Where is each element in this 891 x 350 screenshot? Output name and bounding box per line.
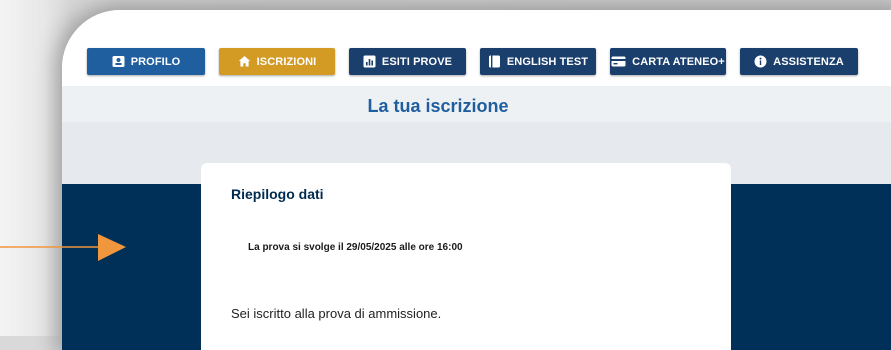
nav-label-iscrizioni: ISCRIZIONI: [256, 55, 317, 68]
nav-button-assistenza[interactable]: ASSISTENZA: [740, 48, 858, 75]
nav-label-english-test: ENGLISH TEST: [506, 55, 589, 68]
nav-button-iscrizioni[interactable]: ISCRIZIONI: [219, 48, 335, 75]
credit-card-icon: [611, 55, 626, 68]
browser-frame: PROFILO ISCRIZIONI ESITI PROVE ENGLISH T…: [62, 10, 891, 350]
nav-label-profilo: PROFILO: [130, 55, 181, 68]
info-icon: [754, 55, 767, 68]
top-navigation: PROFILO ISCRIZIONI ESITI PROVE ENGLISH T…: [62, 10, 891, 86]
nav-button-profilo[interactable]: PROFILO: [87, 48, 205, 75]
id-card-icon: [112, 55, 125, 68]
arrow-right-icon: [0, 234, 126, 261]
enrollment-status-text: Sei iscritto alla prova di ammissione.: [231, 306, 442, 321]
nav-button-english-test[interactable]: ENGLISH TEST: [480, 48, 596, 75]
nav-label-esiti-prove: ESITI PROVE: [381, 55, 453, 68]
page-title-bar: La tua iscrizione: [62, 86, 891, 122]
bar-chart-icon: [363, 55, 376, 68]
nav-label-carta-ateneo: CARTA ATENEO+: [632, 55, 725, 68]
nav-button-carta-ateneo[interactable]: CARTA ATENEO+: [610, 48, 726, 75]
card-title: Riepilogo dati: [231, 186, 324, 202]
nav-button-esiti-prove[interactable]: ESITI PROVE: [349, 48, 466, 75]
page-title: La tua iscrizione: [367, 95, 509, 116]
home-icon: [238, 55, 251, 68]
book-icon: [488, 55, 501, 68]
exam-date-notice: La prova si svolge il 29/05/2025 alle or…: [248, 242, 463, 253]
summary-card: Riepilogo dati La prova si svolge il 29/…: [201, 163, 731, 350]
nav-label-assistenza: ASSISTENZA: [773, 55, 844, 68]
